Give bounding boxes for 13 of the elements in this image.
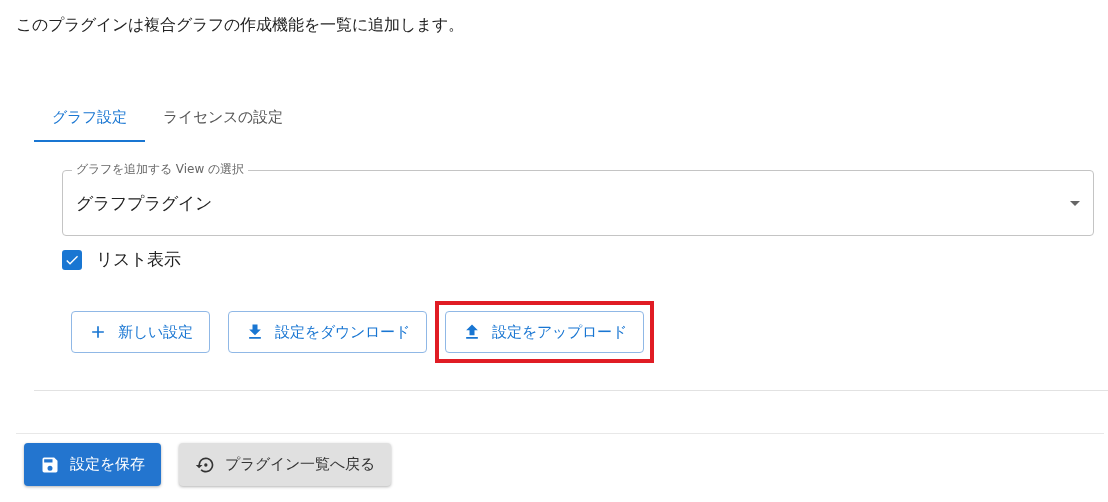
select-label: グラフを追加する View の選択	[72, 161, 249, 178]
save-button[interactable]: 設定を保存	[24, 443, 161, 486]
list-display-checkbox[interactable]	[62, 249, 82, 270]
checkbox-label: リスト表示	[96, 248, 181, 271]
new-settings-button[interactable]: 新しい設定	[71, 311, 210, 353]
download-settings-button[interactable]: 設定をダウンロード	[228, 311, 427, 353]
plugin-description: このプラグインは複合グラフの作成機能を一覧に追加します。	[15, 14, 465, 36]
settings-tab[interactable]: グラフ設定	[34, 94, 145, 142]
back-button[interactable]: プラグイン一覧へ戻る	[179, 443, 391, 486]
upload-settings-button[interactable]: 設定をアップロード	[445, 311, 644, 353]
select-value: グラフプラグイン	[76, 191, 213, 215]
dropdown-caret-icon	[1070, 200, 1080, 206]
settings-tab[interactable]: ライセンスの設定	[145, 94, 301, 142]
